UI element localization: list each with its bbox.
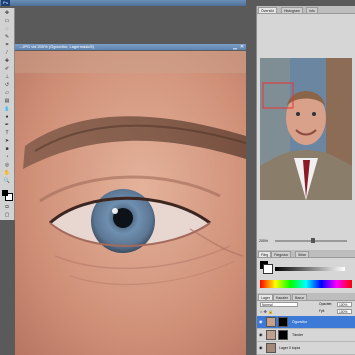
close-icon[interactable]: ✕: [239, 44, 245, 50]
navigator-panel: Översikt Histogram Info 200%: [256, 6, 355, 250]
layer-thumbnail: [266, 317, 276, 327]
type-tool-icon[interactable]: T: [3, 130, 11, 136]
gradient-tool-icon[interactable]: ▤: [3, 98, 11, 104]
quick-select-tool-icon[interactable]: ✎: [3, 34, 11, 40]
layer-thumbnail: [266, 343, 276, 353]
opacity-field[interactable]: 100%: [337, 302, 352, 307]
crop-tool-icon[interactable]: ⌗: [3, 42, 11, 48]
fill-label: Fyll:: [319, 309, 326, 313]
3d-rotate-tool-icon[interactable]: ◔: [3, 154, 11, 160]
tab-layers[interactable]: Lager: [258, 294, 273, 300]
eraser-tool-icon[interactable]: ▱: [3, 90, 11, 96]
tab-color[interactable]: Färg: [258, 251, 272, 257]
3d-orbit-tool-icon[interactable]: ◎: [3, 162, 11, 168]
minimize-icon[interactable]: ▁: [232, 44, 238, 50]
opacity-label: Opacitet:: [319, 302, 333, 306]
quick-mask-icon[interactable]: ◘: [3, 204, 11, 210]
lock-icon[interactable]: ⌂ ✥ 🔒: [260, 309, 273, 314]
layers-tabs: Lager Kanaler Banor: [257, 293, 355, 301]
foreground-color-swatch[interactable]: [2, 190, 8, 196]
pen-tool-icon[interactable]: ✒: [3, 122, 11, 128]
screen-mode-icon[interactable]: ▢: [3, 212, 11, 218]
tab-info[interactable]: Info: [306, 7, 318, 13]
brush-tool-icon[interactable]: ✐: [3, 66, 11, 72]
shape-tool-icon[interactable]: ■: [3, 146, 11, 152]
marquee-tool-icon[interactable]: ▭: [3, 18, 11, 24]
tools-panel: ✥ ▭ ◌ ✎ ⌗ ⁄ ✚ ✐ ⊥ ↺ ▱ ▤ 💧 ● ✒ T ➤ ■ ◔ ◎ …: [0, 8, 15, 220]
layer-thumbnail: [266, 330, 276, 340]
lasso-tool-icon[interactable]: ◌: [3, 26, 11, 32]
hand-tool-icon[interactable]: ✋: [3, 170, 11, 176]
layer-name: Tänder: [292, 333, 304, 337]
tab-styles[interactable]: Stilar: [295, 251, 309, 257]
tab-swatches[interactable]: Färgrutor: [271, 251, 292, 257]
healing-brush-tool-icon[interactable]: ✚: [3, 58, 11, 64]
visibility-eye-icon[interactable]: ◉: [259, 320, 263, 324]
layer-mask-thumbnail[interactable]: [278, 317, 288, 327]
fill-field[interactable]: 100%: [337, 309, 352, 314]
navigator-zoom-value[interactable]: 200%: [259, 238, 271, 244]
eye-closeup-image: [15, 51, 246, 355]
blur-tool-icon[interactable]: 💧: [3, 106, 11, 112]
document-canvas[interactable]: [15, 51, 246, 355]
application-bar: [0, 0, 246, 6]
document-title-bar[interactable]: ...JPG vid 200% (Ögonvitor, Lagermask/8): [15, 44, 246, 50]
portrait-thumbnail-image: [260, 58, 352, 200]
move-tool-icon[interactable]: ✥: [3, 10, 11, 16]
history-brush-tool-icon[interactable]: ↺: [3, 82, 11, 88]
color-background-swatch[interactable]: [263, 264, 273, 274]
dodge-tool-icon[interactable]: ●: [3, 114, 11, 120]
tab-channels[interactable]: Kanaler: [273, 294, 292, 300]
navigator-thumbnail[interactable]: [260, 58, 352, 200]
tab-histogram[interactable]: Histogram: [281, 7, 303, 13]
color-tabs: Färg Färgrutor Stilar: [257, 250, 355, 258]
clone-stamp-tool-icon[interactable]: ⊥: [3, 74, 11, 80]
navigator-zoom-slider-handle[interactable]: [311, 238, 315, 243]
eyedropper-tool-icon[interactable]: ⁄: [3, 50, 11, 56]
layer-mask-thumbnail[interactable]: [278, 330, 288, 340]
color-slider[interactable]: [275, 267, 345, 271]
tab-navigator[interactable]: Översikt: [258, 7, 277, 13]
navigator-tabs: Översikt Histogram Info: [257, 6, 355, 14]
color-panel: Färg Färgrutor Stilar: [256, 250, 355, 293]
color-spectrum-bar[interactable]: [260, 280, 352, 288]
visibility-eye-icon[interactable]: ◉: [259, 333, 263, 337]
tab-paths[interactable]: Banor: [292, 294, 308, 300]
photoshop-logo[interactable]: Ps: [1, 0, 10, 6]
path-selection-tool-icon[interactable]: ➤: [3, 138, 11, 144]
layers-panel: Lager Kanaler Banor Normal Opacitet: 100…: [256, 293, 355, 355]
visibility-eye-icon[interactable]: ◉: [259, 346, 263, 350]
layer-row-lager-0-kopia[interactable]: ◉ Lager 0 kopia: [257, 342, 355, 355]
zoom-tool-icon[interactable]: 🔍: [3, 178, 11, 184]
layer-row-tander[interactable]: ◉ Tänder: [257, 329, 355, 342]
layer-name: Lager 0 kopia: [279, 346, 301, 350]
layer-name: Ögonvitor: [292, 320, 308, 324]
blend-mode-select[interactable]: Normal: [260, 302, 298, 307]
layer-row-ogonvitor[interactable]: ◉ Ögonvitor: [257, 316, 355, 329]
